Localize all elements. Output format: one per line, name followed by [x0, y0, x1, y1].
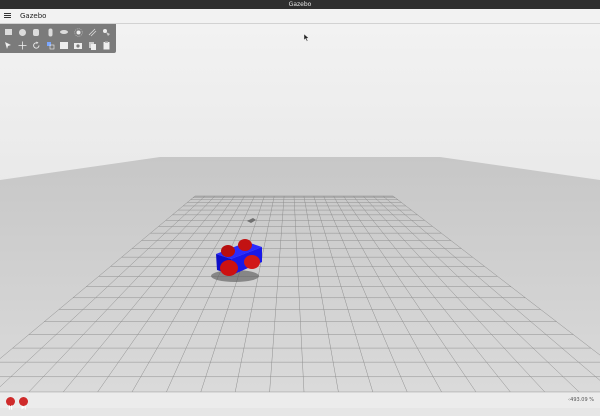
directional-light-icon[interactable]: [86, 26, 98, 38]
rotate-icon[interactable]: [30, 39, 42, 51]
ellipsoid-shape-icon[interactable]: [58, 26, 70, 38]
mouse-cursor-icon: [304, 34, 310, 42]
ground-plane: [0, 157, 600, 392]
zoom-readout: 493.09 %: [570, 397, 594, 403]
menu-bar: Gazebo: [0, 9, 600, 24]
robot-wheel: [244, 255, 260, 269]
window-title: Gazebo: [0, 0, 600, 9]
robot-wheel: [238, 239, 252, 251]
copy-icon[interactable]: [86, 39, 98, 51]
robot-wheel: [220, 260, 238, 276]
scale-icon[interactable]: [44, 39, 56, 51]
paste-icon[interactable]: [100, 39, 112, 51]
scene-viewport[interactable]: [0, 24, 600, 392]
spot-light-icon[interactable]: [100, 26, 112, 38]
capsule-shape-icon[interactable]: [44, 26, 56, 38]
point-light-icon[interactable]: [72, 26, 84, 38]
pause-icon[interactable]: [6, 397, 15, 410]
translate-icon[interactable]: [16, 39, 28, 51]
cylinder-shape-icon[interactable]: [30, 26, 42, 38]
select-arrow-icon[interactable]: [2, 39, 14, 51]
toolbar: [0, 24, 116, 53]
screenshot-icon[interactable]: [58, 39, 70, 51]
robot-wheel: [221, 245, 235, 257]
step-forward-icon[interactable]: [19, 397, 28, 410]
playback-bar: ‹ 493.09 %: [0, 392, 600, 410]
camera-icon[interactable]: [72, 39, 84, 51]
sphere-shape-icon[interactable]: [16, 26, 28, 38]
hamburger-menu-icon[interactable]: [4, 12, 11, 20]
box-shape-icon[interactable]: [2, 26, 14, 38]
app-name: Gazebo: [20, 12, 47, 20]
